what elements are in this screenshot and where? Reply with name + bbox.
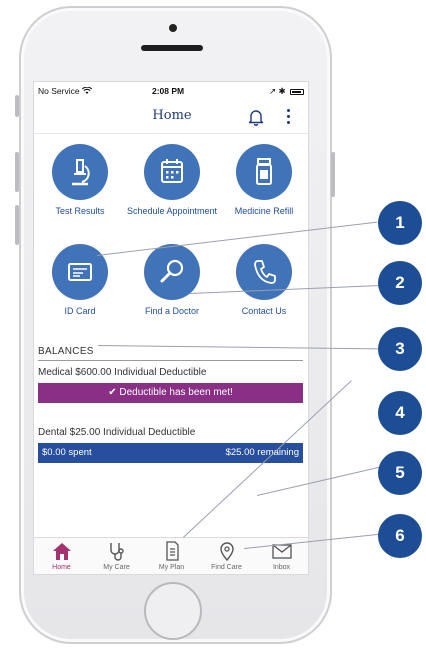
tile-circle bbox=[144, 244, 200, 300]
tab-find-care[interactable]: Find Care bbox=[199, 540, 254, 571]
dental-remaining: $25.00 remaining bbox=[225, 447, 299, 458]
bell-icon[interactable] bbox=[248, 108, 264, 126]
magnifier-icon bbox=[160, 259, 184, 283]
dental-deductible-label: Dental $25.00 Individual Deductible bbox=[38, 427, 196, 438]
status-bar: No Service 2:08 PM ↗ ✱ bbox=[34, 82, 308, 100]
tile-circle bbox=[52, 244, 108, 300]
id-card-icon bbox=[68, 263, 92, 281]
callout-badge: 2 bbox=[378, 261, 422, 305]
callout-badge: 5 bbox=[378, 451, 422, 495]
earpiece-speaker bbox=[141, 45, 203, 51]
status-indicators: ↗ ✱ bbox=[269, 86, 286, 96]
stethoscope-icon bbox=[109, 543, 124, 561]
pill-bottle-icon bbox=[256, 158, 272, 185]
tab-label: My Care bbox=[103, 564, 130, 571]
tab-label: My Plan bbox=[158, 564, 185, 571]
more-menu-icon[interactable] bbox=[285, 109, 291, 125]
tile-circle bbox=[52, 144, 108, 200]
carrier-status: No Service bbox=[38, 86, 93, 96]
callout-badge: 1 bbox=[378, 201, 422, 245]
app-header: Home bbox=[34, 100, 308, 134]
tile-id-card[interactable]: ID Card bbox=[34, 244, 126, 317]
front-camera bbox=[169, 24, 177, 32]
battery-icon bbox=[290, 89, 304, 95]
microscope-icon bbox=[72, 159, 90, 186]
callout-badge: 3 bbox=[378, 327, 422, 371]
tile-medicine-refill[interactable]: Medicine Refill bbox=[218, 144, 308, 217]
clock: 2:08 PM bbox=[152, 86, 185, 96]
stage: No Service 2:08 PM ↗ ✱ Home Test Results… bbox=[0, 0, 426, 649]
medical-deductible-status[interactable]: ✔ Deductible has been met! bbox=[38, 383, 303, 403]
tile-label: Schedule Appointment bbox=[126, 206, 218, 216]
tile-schedule-appointment[interactable]: Schedule Appointment bbox=[126, 144, 218, 217]
tab-my-care[interactable]: My Care bbox=[89, 540, 144, 571]
power-button bbox=[331, 152, 335, 197]
tab-bar: Home My Care My Plan Find Care Inbox bbox=[34, 537, 308, 574]
tile-circle bbox=[144, 144, 200, 200]
callout-badge: 4 bbox=[378, 391, 422, 435]
status-right: ↗ ✱ bbox=[269, 86, 304, 97]
tile-label: ID Card bbox=[64, 306, 96, 316]
app-screen: No Service 2:08 PM ↗ ✱ Home Test Results… bbox=[33, 81, 309, 575]
dental-spent: $0.00 spent bbox=[42, 447, 92, 458]
carrier-label: No Service bbox=[38, 86, 80, 96]
tile-label: Test Results bbox=[55, 206, 105, 216]
medical-deductible-label: Medical $600.00 Individual Deductible bbox=[38, 367, 207, 378]
house-icon bbox=[52, 543, 71, 560]
document-icon bbox=[165, 541, 179, 561]
volume-up-button bbox=[15, 152, 19, 192]
location-pin-icon bbox=[219, 542, 234, 562]
tab-home[interactable]: Home bbox=[34, 540, 89, 571]
tile-label: Medicine Refill bbox=[234, 206, 294, 216]
mute-switch bbox=[15, 95, 19, 117]
tab-label: Home bbox=[52, 564, 71, 571]
tile-find-a-doctor[interactable]: Find a Doctor bbox=[126, 244, 218, 317]
balances-heading: BALANCES bbox=[38, 346, 303, 361]
volume-down-button bbox=[15, 205, 19, 245]
page-title: Home bbox=[152, 108, 192, 123]
tab-label: Inbox bbox=[272, 564, 291, 571]
tile-circle bbox=[236, 144, 292, 200]
dental-deductible-bar[interactable]: $0.00 spent $25.00 remaining bbox=[38, 443, 303, 463]
wifi-icon bbox=[81, 86, 93, 94]
tab-my-plan[interactable]: My Plan bbox=[144, 540, 199, 571]
tile-test-results[interactable]: Test Results bbox=[34, 144, 126, 217]
tile-label: Find a Doctor bbox=[144, 306, 200, 316]
tile-contact-us[interactable]: Contact Us bbox=[218, 244, 308, 317]
tab-label: Find Care bbox=[211, 564, 242, 571]
home-button[interactable] bbox=[144, 582, 202, 640]
tile-label: Contact Us bbox=[241, 306, 287, 316]
calendar-icon bbox=[161, 159, 183, 183]
callout-badge: 6 bbox=[378, 514, 422, 558]
